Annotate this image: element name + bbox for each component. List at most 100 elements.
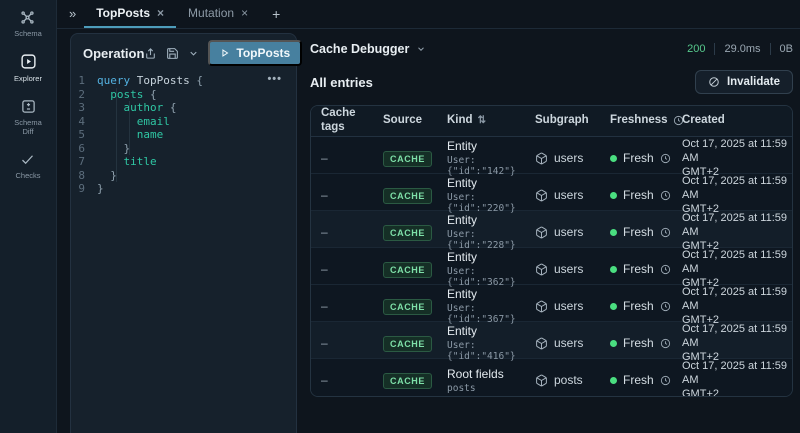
subgraph-cell: users <box>525 188 600 202</box>
indent-guide <box>129 101 130 155</box>
save-icon[interactable] <box>166 47 179 60</box>
tab-bar: » TopPosts × Mutation × + <box>57 0 800 29</box>
token-field: name <box>97 128 164 141</box>
expand-panel-icon[interactable]: » <box>67 6 84 23</box>
tab-mutation[interactable]: Mutation × <box>176 0 260 28</box>
sidebar-item-label: Schema <box>14 29 42 38</box>
created-timezone: GMT+2 <box>682 388 719 397</box>
clock-icon <box>660 227 671 238</box>
token-brace: { <box>169 101 177 114</box>
created-date: Oct 17, 2025 at 11:59 AM <box>682 138 787 164</box>
cache-debugger-dropdown[interactable]: Cache Debugger <box>310 42 426 56</box>
chevron-down-icon[interactable] <box>188 48 199 59</box>
status-dot <box>610 339 617 347</box>
sort-icon[interactable]: ⇅ <box>478 115 486 127</box>
cube-icon <box>535 374 548 387</box>
subgraph-cell: users <box>525 299 600 313</box>
close-icon[interactable]: × <box>157 6 164 20</box>
status-dot <box>610 265 617 273</box>
token-field: email <box>97 114 170 128</box>
kind-title: Entity <box>447 250 478 264</box>
sidebar-item-label: Checks <box>15 170 41 180</box>
status-dot <box>610 302 617 310</box>
column-header-kind[interactable]: Kind ⇅ <box>437 114 525 128</box>
subgraph-label: users <box>554 336 584 350</box>
operation-panel: Operation TopPosts ••• 1 query TopPosts … <box>70 33 303 433</box>
sidebar-item-checks[interactable]: Checks <box>15 152 41 180</box>
code-line: 5 name <box>71 128 296 142</box>
sidebar-item-schema[interactable]: Schema <box>14 10 42 38</box>
token-field: posts <box>97 87 150 101</box>
editor-menu-icon[interactable]: ••• <box>267 73 282 87</box>
created-cell: Oct 17, 2025 at 11:59 AM GMT+2 <box>672 137 792 179</box>
token-brace: { <box>196 74 203 87</box>
token-field: author <box>97 101 170 114</box>
response-size: 0B <box>779 43 793 55</box>
column-header-created[interactable]: Created <box>672 114 792 128</box>
source-badge: CACHE <box>383 373 433 389</box>
table-row[interactable]: – CACHE Entity User:{"id":"220"} users Fr… <box>311 174 792 215</box>
kind-title: Entity <box>447 324 478 338</box>
cube-icon <box>535 226 548 239</box>
subgraph-label: users <box>554 151 584 165</box>
column-header-freshness[interactable]: Freshness <box>600 114 683 128</box>
table-row[interactable]: – CACHE Entity User:{"id":"362"} users Fr… <box>311 248 792 289</box>
cube-icon <box>535 263 548 276</box>
table-row[interactable]: – CACHE Entity User:{"id":"142"} users Fr… <box>311 137 792 178</box>
chevron-down-icon <box>416 44 426 54</box>
token-brace: { <box>149 87 157 101</box>
share-icon[interactable] <box>144 47 157 60</box>
response-time: 29.0ms <box>724 43 761 55</box>
cube-icon <box>535 152 548 165</box>
column-header-source[interactable]: Source <box>373 114 437 128</box>
code-line: 8 } <box>71 169 296 183</box>
code-line: 6 } <box>71 142 296 156</box>
table-row[interactable]: – CACHE Entity User:{"id":"367"} users Fr… <box>311 285 792 326</box>
graphql-editor[interactable]: ••• 1 query TopPosts { 2 posts { 3 autho… <box>71 71 296 196</box>
tab-label: Mutation <box>188 6 235 20</box>
ban-icon <box>708 76 720 88</box>
kind-detail: User:{"id":"220"} <box>447 192 516 214</box>
code-line: 9 } <box>71 182 296 196</box>
invalidate-button[interactable]: Invalidate <box>694 70 793 94</box>
subgraph-label: users <box>554 225 584 239</box>
operation-actions: TopPosts <box>144 40 303 66</box>
run-operation-button[interactable]: TopPosts <box>208 40 303 66</box>
token-brace: } <box>97 141 131 155</box>
status-dot <box>610 191 617 199</box>
column-header-subgraph[interactable]: Subgraph <box>525 114 600 128</box>
sidebar-item-label: Schema Diff <box>14 117 42 137</box>
invalidate-label: Invalidate <box>726 76 780 88</box>
new-tab-button[interactable]: + <box>260 6 292 22</box>
code-line: 1 query TopPosts { <box>71 74 296 88</box>
cube-icon <box>535 300 548 313</box>
kind-detail: User:{"id":"362"} <box>447 266 516 288</box>
entries-heading: All entries <box>310 74 373 90</box>
run-button-label: TopPosts <box>236 46 291 60</box>
table-row[interactable]: – CACHE Entity User:{"id":"228"} users Fr… <box>311 211 792 252</box>
kind-detail: User:{"id":"228"} <box>447 229 516 251</box>
column-header-cache-tags[interactable]: Cache tags <box>311 107 373 135</box>
close-icon[interactable]: × <box>241 6 248 20</box>
created-cell: Oct 17, 2025 at 11:59 AM GMT+2 <box>672 174 792 216</box>
source-badge: CACHE <box>383 225 433 241</box>
created-cell: Oct 17, 2025 at 11:59 AM GMT+2 <box>672 359 792 397</box>
code-line: 2 posts { <box>71 88 296 102</box>
line-number: 3 <box>78 101 85 114</box>
created-date: Oct 17, 2025 at 11:59 AM <box>682 249 787 275</box>
cache-tags-cell: – <box>321 299 328 313</box>
table-row[interactable]: – CACHE Entity User:{"id":"416"} users Fr… <box>311 322 792 363</box>
table-row[interactable]: – CACHE Root fields posts posts Fresh Oct… <box>311 359 792 396</box>
line-number: 6 <box>78 141 85 155</box>
source-badge: CACHE <box>383 188 433 204</box>
subgraph-cell: users <box>525 336 600 350</box>
line-number: 8 <box>78 168 85 182</box>
freshness-label: Fresh <box>623 151 654 165</box>
tab-topposts[interactable]: TopPosts × <box>84 0 177 28</box>
line-number: 2 <box>78 87 85 101</box>
sidebar-item-explorer[interactable]: Explorer <box>14 53 42 83</box>
operation-title: Operation <box>83 45 145 61</box>
freshness-cell: Fresh <box>600 373 672 387</box>
freshness-label: Fresh <box>623 225 654 239</box>
sidebar-item-schema-diff[interactable]: Schema Diff <box>8 99 48 137</box>
